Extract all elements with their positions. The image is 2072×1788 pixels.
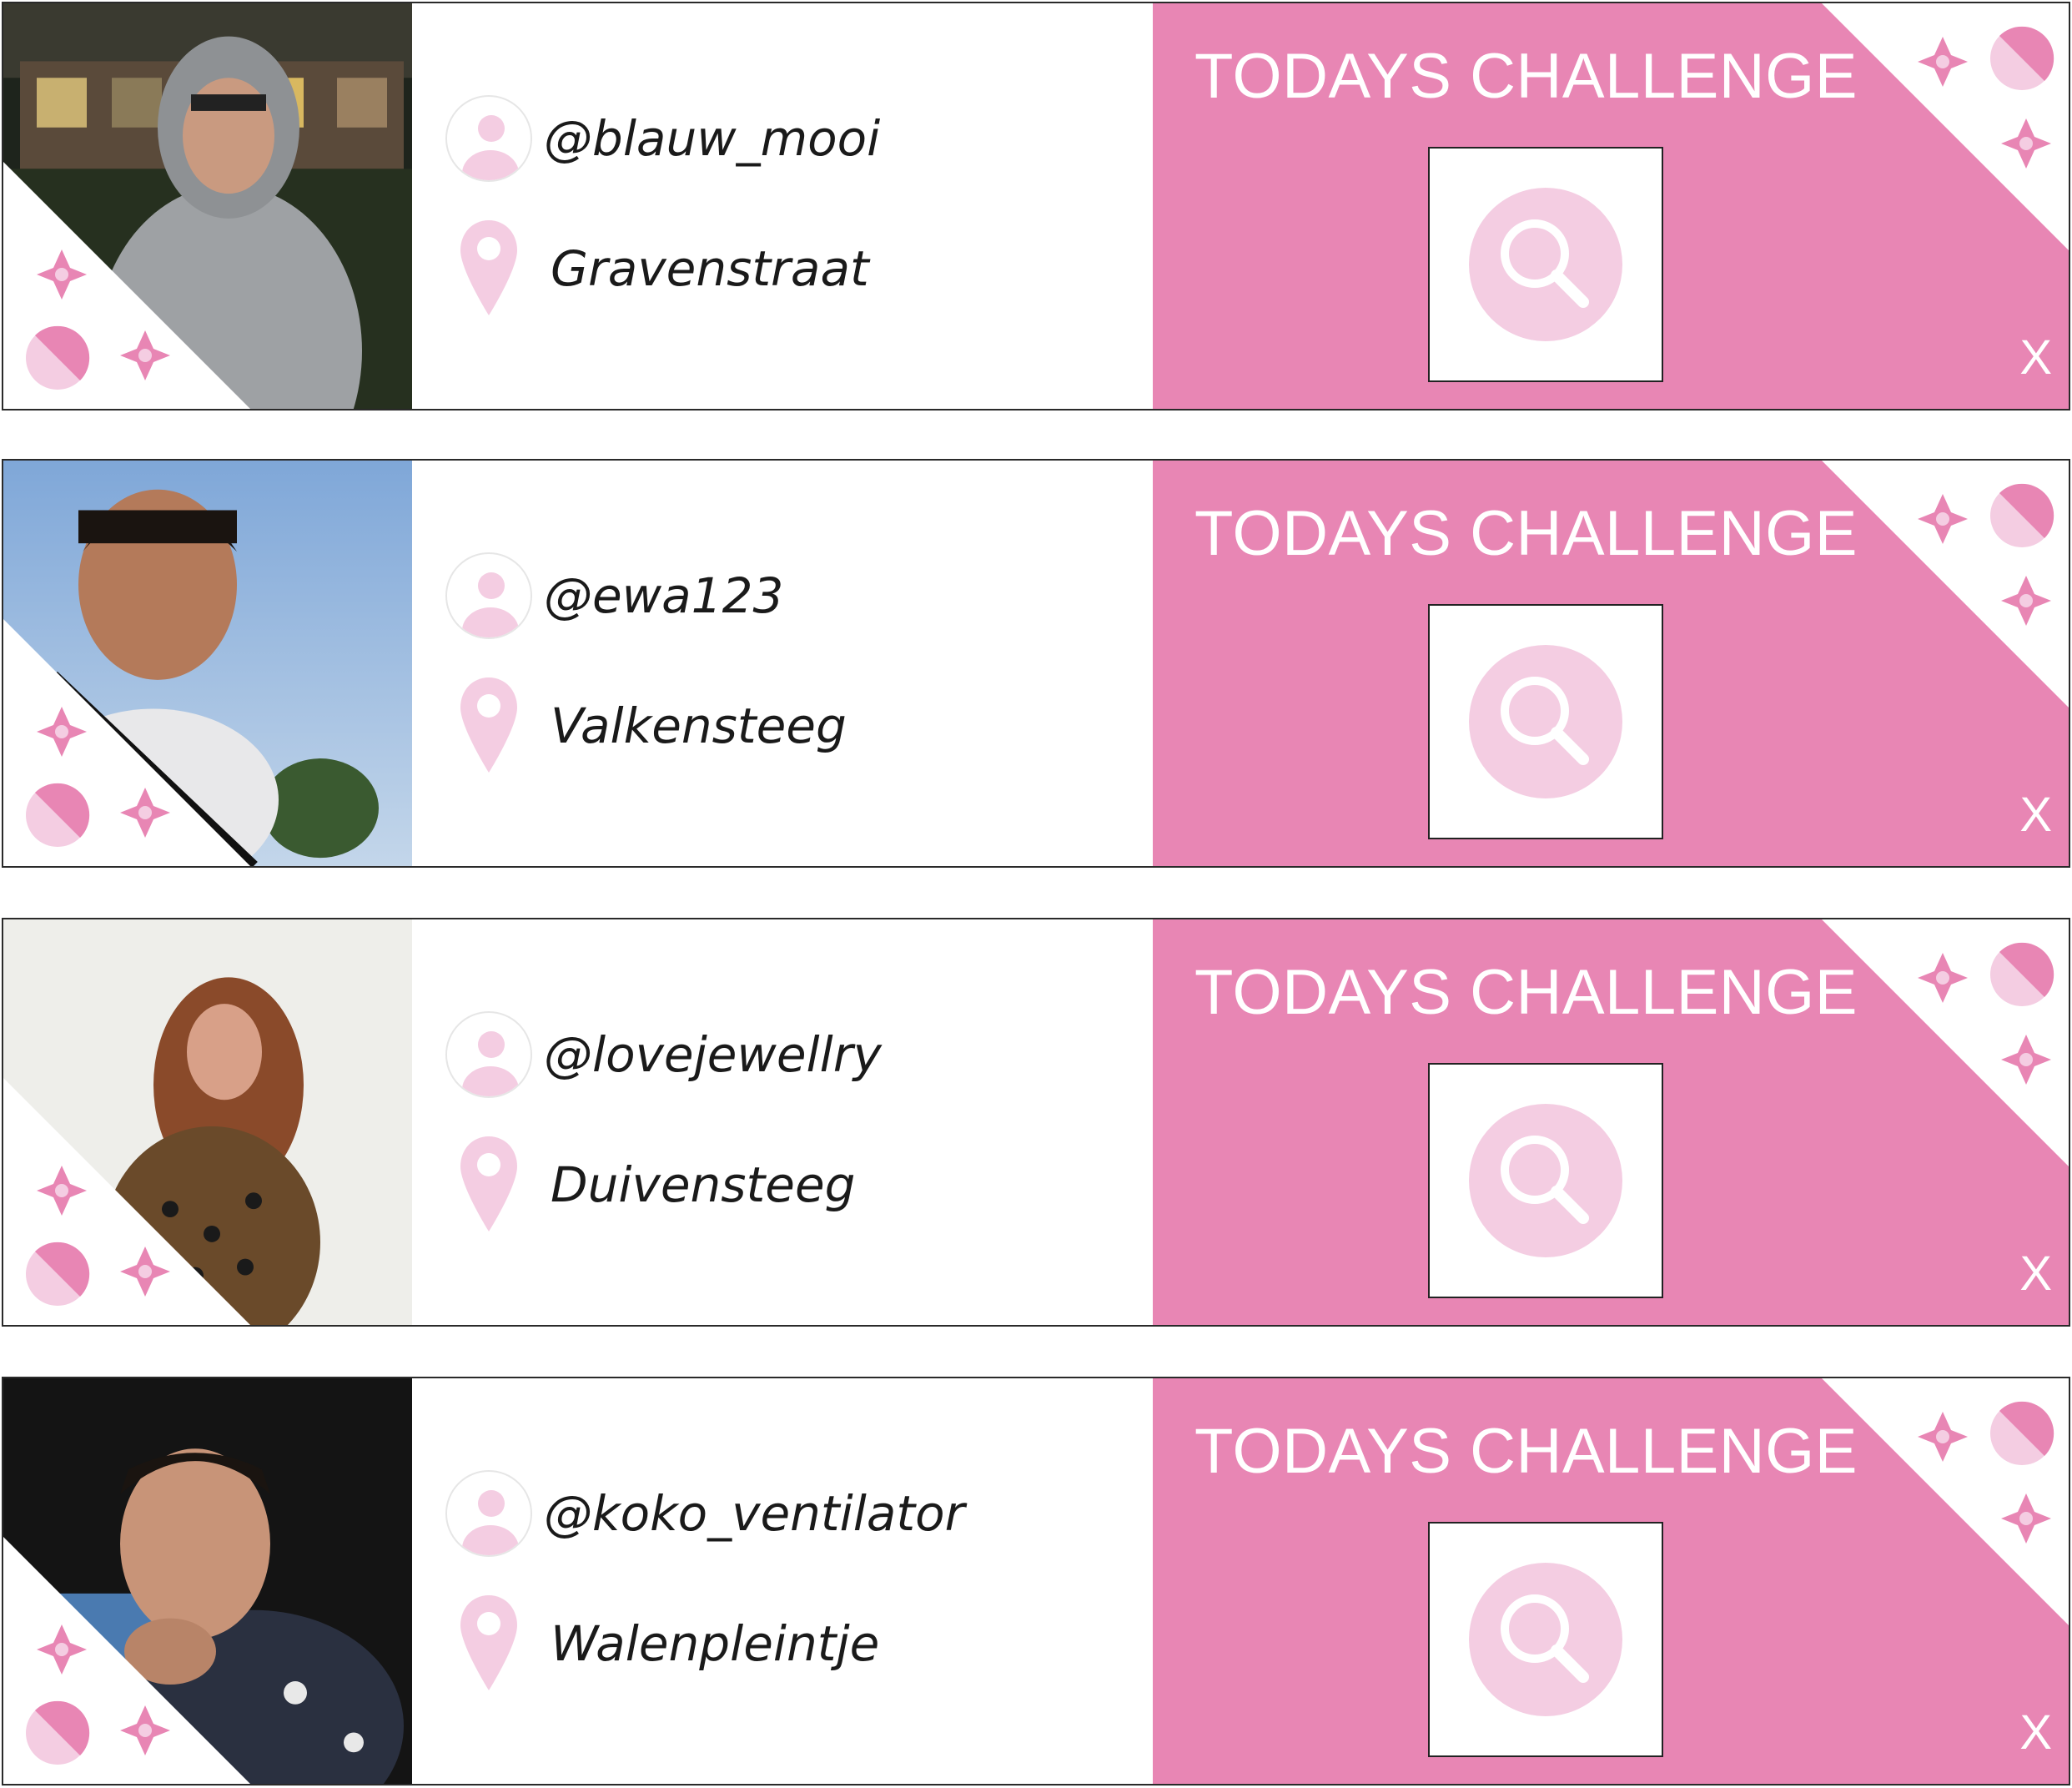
challenge-card[interactable]: @ewa123 Valkensteeg TODAYS CHALLENGE X [2,459,2070,868]
user-avatar-icon [445,552,532,639]
challenge-card[interactable]: @blauw_mooi Gravenstraat TODAYS CHALLENG… [2,2,2070,410]
todays-challenge-panel[interactable]: TODAYS CHALLENGE X [1153,3,2069,409]
location-row: Valkensteeg [445,676,847,776]
decorative-corner [1822,461,2069,708]
half-circle-icon [1990,483,2054,547]
half-circle-icon [26,783,90,847]
close-button[interactable]: X [2019,1705,2052,1760]
profile-photo [3,3,412,409]
profile-photo [3,919,412,1325]
challenge-title: TODAYS CHALLENGE [1194,41,1858,112]
location-row: Gravenstraat [445,219,869,319]
search-button[interactable] [1428,604,1663,839]
username[interactable]: @ewa123 [544,567,783,624]
todays-challenge-panel[interactable]: TODAYS CHALLENGE X [1153,1378,2069,1784]
map-pin-icon [445,219,532,319]
decorative-corner [3,1078,250,1325]
username-row[interactable]: @blauw_mooi [445,95,880,182]
username[interactable]: @lovejewellry [544,1026,882,1083]
half-circle-icon [1990,1401,2054,1465]
half-circle-icon [1990,942,2054,1006]
half-circle-icon [1990,26,2054,90]
user-avatar-icon [445,1470,532,1557]
challenge-title: TODAYS CHALLENGE [1194,957,1858,1028]
user-avatar-icon [445,95,532,182]
decorative-corner [3,619,250,866]
location-name: Valkensteeg [551,698,847,754]
challenge-card[interactable]: @koko_ventilator Walenpleintje TODAYS CH… [2,1377,2070,1785]
close-button[interactable]: X [2019,787,2052,843]
todays-challenge-panel[interactable]: TODAYS CHALLENGE X [1153,919,2069,1325]
decorative-corner [3,162,250,409]
profile-photo [3,1378,412,1784]
user-avatar-icon [445,1011,532,1098]
location-name: Duivensteeg [551,1156,856,1213]
profile-info: @ewa123 Valkensteeg [412,461,1154,866]
map-pin-icon [445,1135,532,1235]
challenge-title: TODAYS CHALLENGE [1194,498,1858,569]
profile-photo [3,461,412,866]
todays-challenge-panel[interactable]: TODAYS CHALLENGE X [1153,461,2069,866]
search-button[interactable] [1428,1522,1663,1757]
decorative-corner [1822,1378,2069,1625]
profile-info: @koko_ventilator Walenpleintje [412,1378,1154,1784]
decorative-corner [3,1537,250,1784]
challenge-card[interactable]: @lovejewellry Duivensteeg TODAYS CHALLEN… [2,918,2070,1327]
decorative-corner [1822,3,2069,250]
half-circle-icon [26,325,90,390]
search-icon [1469,1563,1622,1716]
close-button[interactable]: X [2019,1246,2052,1302]
location-name: Walenpleintje [551,1615,880,1672]
search-button[interactable] [1428,1063,1663,1298]
half-circle-icon [26,1242,90,1306]
search-icon [1469,1104,1622,1257]
decorative-corner [1822,919,2069,1166]
half-circle-icon [26,1700,90,1765]
profile-info: @lovejewellry Duivensteeg [412,919,1154,1325]
map-pin-icon [445,676,532,776]
username[interactable]: @blauw_mooi [544,110,880,167]
search-icon [1469,645,1622,798]
profile-info: @blauw_mooi Gravenstraat [412,3,1154,409]
close-button[interactable]: X [2019,330,2052,385]
username[interactable]: @koko_ventilator [544,1485,965,1542]
username-row[interactable]: @koko_ventilator [445,1470,965,1557]
username-row[interactable]: @ewa123 [445,552,783,639]
location-row: Duivensteeg [445,1135,855,1235]
search-button[interactable] [1428,147,1663,382]
challenge-title: TODAYS CHALLENGE [1194,1416,1858,1487]
search-icon [1469,188,1622,341]
location-name: Gravenstraat [551,240,869,297]
location-row: Walenpleintje [445,1594,879,1694]
username-row[interactable]: @lovejewellry [445,1011,882,1098]
map-pin-icon [445,1594,532,1694]
